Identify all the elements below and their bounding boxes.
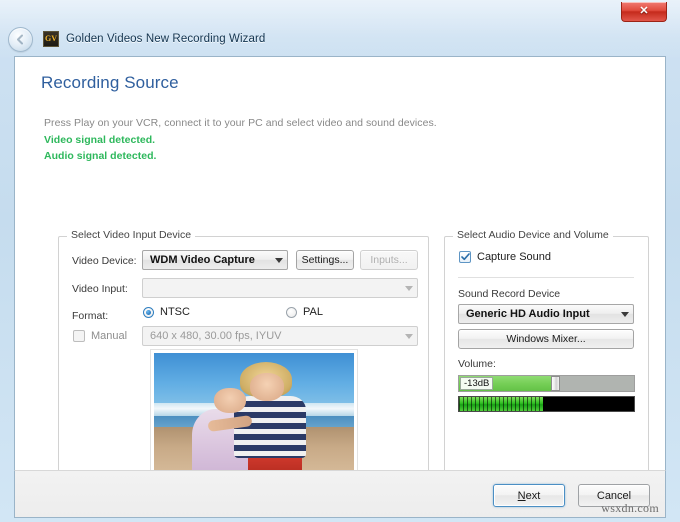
- record-device-value: Generic HD Audio Input: [459, 308, 616, 320]
- chevron-down-icon: [270, 258, 287, 263]
- record-device-combo[interactable]: Generic HD Audio Input: [458, 304, 634, 324]
- preview-child-right-face: [250, 373, 284, 401]
- windows-mixer-button[interactable]: Windows Mixer...: [458, 329, 634, 349]
- video-device-label: Video Device:: [72, 255, 137, 267]
- resolution-value: 640 x 480, 30.00 fps, IYUV: [143, 330, 400, 342]
- audio-divider: [458, 277, 634, 278]
- capture-sound-label: Capture Sound: [477, 251, 551, 263]
- radio-indicator: [143, 307, 154, 318]
- wizard-content-panel: Recording Source Press Play on your VCR,…: [14, 56, 666, 470]
- settings-button[interactable]: Settings...: [296, 250, 354, 270]
- video-device-value: WDM Video Capture: [143, 254, 270, 266]
- back-arrow-icon[interactable]: [8, 27, 33, 52]
- page-title: Recording Source: [41, 73, 179, 93]
- next-button-rest: ext: [526, 490, 541, 502]
- video-preview: [150, 349, 358, 482]
- video-input-combo[interactable]: [142, 278, 418, 298]
- chevron-down-icon: [400, 286, 417, 291]
- audio-signal-status: Audio signal detected.: [44, 150, 156, 162]
- volume-readout: -13dB: [460, 377, 493, 390]
- video-device-combo[interactable]: WDM Video Capture: [142, 250, 288, 270]
- format-pal-label: PAL: [303, 306, 323, 318]
- chevron-down-icon: [400, 334, 417, 339]
- capture-sound-checkbox[interactable]: Capture Sound: [459, 251, 551, 263]
- audio-level-fill: [459, 397, 543, 411]
- radio-indicator: [286, 307, 297, 318]
- video-input-group: Select Video Input Device Video Device: …: [58, 229, 429, 497]
- instruction-text: Press Play on your VCR, connect it to yo…: [44, 117, 437, 129]
- next-button[interactable]: Next: [493, 484, 565, 507]
- checkbox-indicator: [459, 251, 471, 263]
- audio-group-legend: Select Audio Device and Volume: [453, 229, 613, 241]
- wizard-window: ✕ GV Golden Videos New Recording Wizard …: [0, 0, 680, 522]
- audio-level-meter: [458, 396, 635, 412]
- preview-child-left-face: [214, 388, 246, 413]
- volume-slider-thumb[interactable]: [551, 376, 560, 391]
- format-radio-ntsc[interactable]: NTSC: [143, 306, 190, 318]
- volume-label: Volume:: [458, 358, 496, 370]
- video-signal-status: Video signal detected.: [44, 134, 155, 146]
- watermark: wsxdn.com: [601, 501, 659, 516]
- format-ntsc-label: NTSC: [160, 306, 190, 318]
- format-radio-pal[interactable]: PAL: [286, 306, 323, 318]
- inputs-button[interactable]: Inputs...: [360, 250, 418, 270]
- manual-label: Manual: [91, 330, 127, 342]
- chevron-down-icon: [616, 312, 633, 317]
- title-bar: GV Golden Videos New Recording Wizard: [0, 26, 680, 52]
- manual-checkbox[interactable]: Manual: [73, 330, 127, 342]
- app-icon: GV: [43, 31, 59, 47]
- record-device-label: Sound Record Device: [458, 288, 560, 300]
- next-button-accel: N: [518, 490, 526, 502]
- video-input-label: Video Input:: [72, 283, 128, 295]
- wizard-footer: Next Cancel wsxdn.com: [14, 470, 666, 518]
- volume-slider[interactable]: -13dB: [458, 375, 635, 392]
- video-group-legend: Select Video Input Device: [67, 229, 195, 241]
- video-preview-frame: [154, 353, 354, 478]
- audio-device-group: Select Audio Device and Volume Capture S…: [444, 229, 649, 497]
- format-label: Format:: [72, 310, 108, 322]
- resolution-combo[interactable]: 640 x 480, 30.00 fps, IYUV: [142, 326, 418, 346]
- window-title: Golden Videos New Recording Wizard: [66, 33, 265, 45]
- close-button[interactable]: ✕: [621, 2, 667, 22]
- checkbox-indicator: [73, 330, 85, 342]
